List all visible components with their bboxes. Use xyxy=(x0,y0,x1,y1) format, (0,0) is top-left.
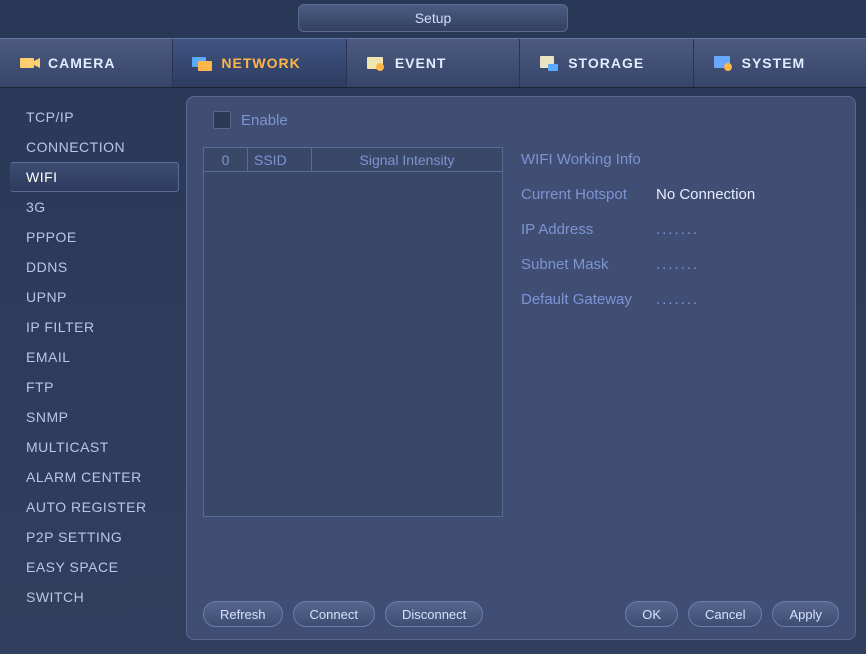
sidebar-item-label: IP FILTER xyxy=(26,319,95,335)
sidebar-item-auto-register[interactable]: AUTO REGISTER xyxy=(10,492,178,522)
disconnect-label: Disconnect xyxy=(402,607,466,622)
col-signal: Signal Intensity xyxy=(312,148,502,171)
sidebar-item-connection[interactable]: CONNECTION xyxy=(10,132,178,162)
window-title-text: Setup xyxy=(415,10,452,26)
sidebar-item-tcp-ip[interactable]: TCP/IP xyxy=(10,102,178,132)
sidebar-item-email[interactable]: EMAIL xyxy=(10,342,178,372)
tab-system-label: SYSTEM xyxy=(742,55,806,71)
tab-network[interactable]: NETWORK xyxy=(173,39,346,87)
wifi-info-title: WIFI Working Info xyxy=(521,151,837,168)
sidebar-item-ftp[interactable]: FTP xyxy=(10,372,178,402)
sidebar-item-ddns[interactable]: DDNS xyxy=(10,252,178,282)
sidebar-item-label: AUTO REGISTER xyxy=(26,499,147,515)
content-panel: Enable 0 SSID Signal Intensity WIFI Work… xyxy=(186,96,856,640)
sidebar-item-p2p-setting[interactable]: P2P SETTING xyxy=(10,522,178,552)
apply-label: Apply xyxy=(789,607,822,622)
hotspot-value: No Connection xyxy=(656,186,755,203)
sidebar-item-multicast[interactable]: MULTICAST xyxy=(10,432,178,462)
apply-button[interactable]: Apply xyxy=(772,601,839,627)
sidebar-item-label: EMAIL xyxy=(26,349,71,365)
info-row-ip: IP Address ....... xyxy=(521,221,837,238)
tab-system[interactable]: SYSTEM xyxy=(694,39,866,87)
sidebar-item-label: EASY SPACE xyxy=(26,559,118,575)
cancel-label: Cancel xyxy=(705,607,745,622)
sidebar-item-label: 3G xyxy=(26,199,46,215)
sidebar-item-pppoe[interactable]: PPPOE xyxy=(10,222,178,252)
sidebar-item-snmp[interactable]: SNMP xyxy=(10,402,178,432)
ip-value: ....... xyxy=(656,221,699,238)
col-count: 0 xyxy=(204,148,248,171)
sidebar-item-label: SNMP xyxy=(26,409,68,425)
sidebar-item-3g[interactable]: 3G xyxy=(10,192,178,222)
tab-camera-label: CAMERA xyxy=(48,55,115,71)
info-row-hotspot: Current Hotspot No Connection xyxy=(521,186,837,203)
sidebar-item-label: P2P SETTING xyxy=(26,529,122,545)
button-row: Refresh Connect Disconnect OK Cancel App… xyxy=(203,601,839,627)
ok-label: OK xyxy=(642,607,661,622)
wifi-table-header: 0 SSID Signal Intensity xyxy=(204,148,502,172)
top-tab-bar: CAMERA NETWORK EVENT STORAGE SYSTEM xyxy=(0,38,866,88)
sidebar: TCP/IP CONNECTION WIFI 3G PPPOE DDNS UPNP IP FI… xyxy=(10,92,178,640)
camera-icon xyxy=(18,54,40,72)
tab-network-label: NETWORK xyxy=(221,55,300,71)
connect-button[interactable]: Connect xyxy=(293,601,375,627)
body-area: TCP/IP CONNECTION WIFI 3G PPPOE DDNS UPNP IP FI… xyxy=(0,88,866,648)
sidebar-item-label: CONNECTION xyxy=(26,139,125,155)
storage-icon xyxy=(538,54,560,72)
sidebar-item-switch[interactable]: SWITCH xyxy=(10,582,178,612)
disconnect-button[interactable]: Disconnect xyxy=(385,601,483,627)
info-row-mask: Subnet Mask ....... xyxy=(521,256,837,273)
sidebar-item-label: DDNS xyxy=(26,259,68,275)
col-ssid: SSID xyxy=(248,148,312,171)
sidebar-item-label: SWITCH xyxy=(26,589,84,605)
cancel-button[interactable]: Cancel xyxy=(688,601,762,627)
sidebar-item-label: TCP/IP xyxy=(26,109,74,125)
sidebar-item-label: WIFI xyxy=(26,169,58,185)
sidebar-item-upnp[interactable]: UPNP xyxy=(10,282,178,312)
refresh-button[interactable]: Refresh xyxy=(203,601,283,627)
tab-event-label: EVENT xyxy=(395,55,447,71)
info-row-gateway: Default Gateway ....... xyxy=(521,291,837,308)
connect-label: Connect xyxy=(310,607,358,622)
gw-value: ....... xyxy=(656,291,699,308)
sidebar-item-label: ALARM CENTER xyxy=(26,469,142,485)
enable-checkbox[interactable] xyxy=(213,111,231,129)
mask-label: Subnet Mask xyxy=(521,256,656,273)
system-icon xyxy=(712,54,734,72)
network-icon xyxy=(191,54,213,72)
gw-label: Default Gateway xyxy=(521,291,656,308)
middle-row: 0 SSID Signal Intensity WIFI Working Inf… xyxy=(203,147,839,589)
enable-row: Enable xyxy=(213,111,839,129)
sidebar-item-label: UPNP xyxy=(26,289,67,305)
sidebar-item-wifi[interactable]: WIFI xyxy=(10,162,179,192)
tab-camera[interactable]: CAMERA xyxy=(0,39,173,87)
ip-label: IP Address xyxy=(521,221,656,238)
tab-storage-label: STORAGE xyxy=(568,55,644,71)
sidebar-item-easy-space[interactable]: EASY SPACE xyxy=(10,552,178,582)
enable-label: Enable xyxy=(241,112,288,129)
hotspot-label: Current Hotspot xyxy=(521,186,656,203)
sidebar-item-label: FTP xyxy=(26,379,54,395)
mask-value: ....... xyxy=(656,256,699,273)
ok-button[interactable]: OK xyxy=(625,601,678,627)
wifi-info: WIFI Working Info Current Hotspot No Con… xyxy=(517,147,839,589)
tab-event[interactable]: EVENT xyxy=(347,39,520,87)
tab-storage[interactable]: STORAGE xyxy=(520,39,693,87)
refresh-label: Refresh xyxy=(220,607,266,622)
event-icon xyxy=(365,54,387,72)
wifi-table[interactable]: 0 SSID Signal Intensity xyxy=(203,147,503,517)
sidebar-item-alarm-center[interactable]: ALARM CENTER xyxy=(10,462,178,492)
sidebar-item-label: MULTICAST xyxy=(26,439,109,455)
sidebar-item-ip-filter[interactable]: IP FILTER xyxy=(10,312,178,342)
window-title: Setup xyxy=(298,4,568,32)
sidebar-item-label: PPPOE xyxy=(26,229,77,245)
